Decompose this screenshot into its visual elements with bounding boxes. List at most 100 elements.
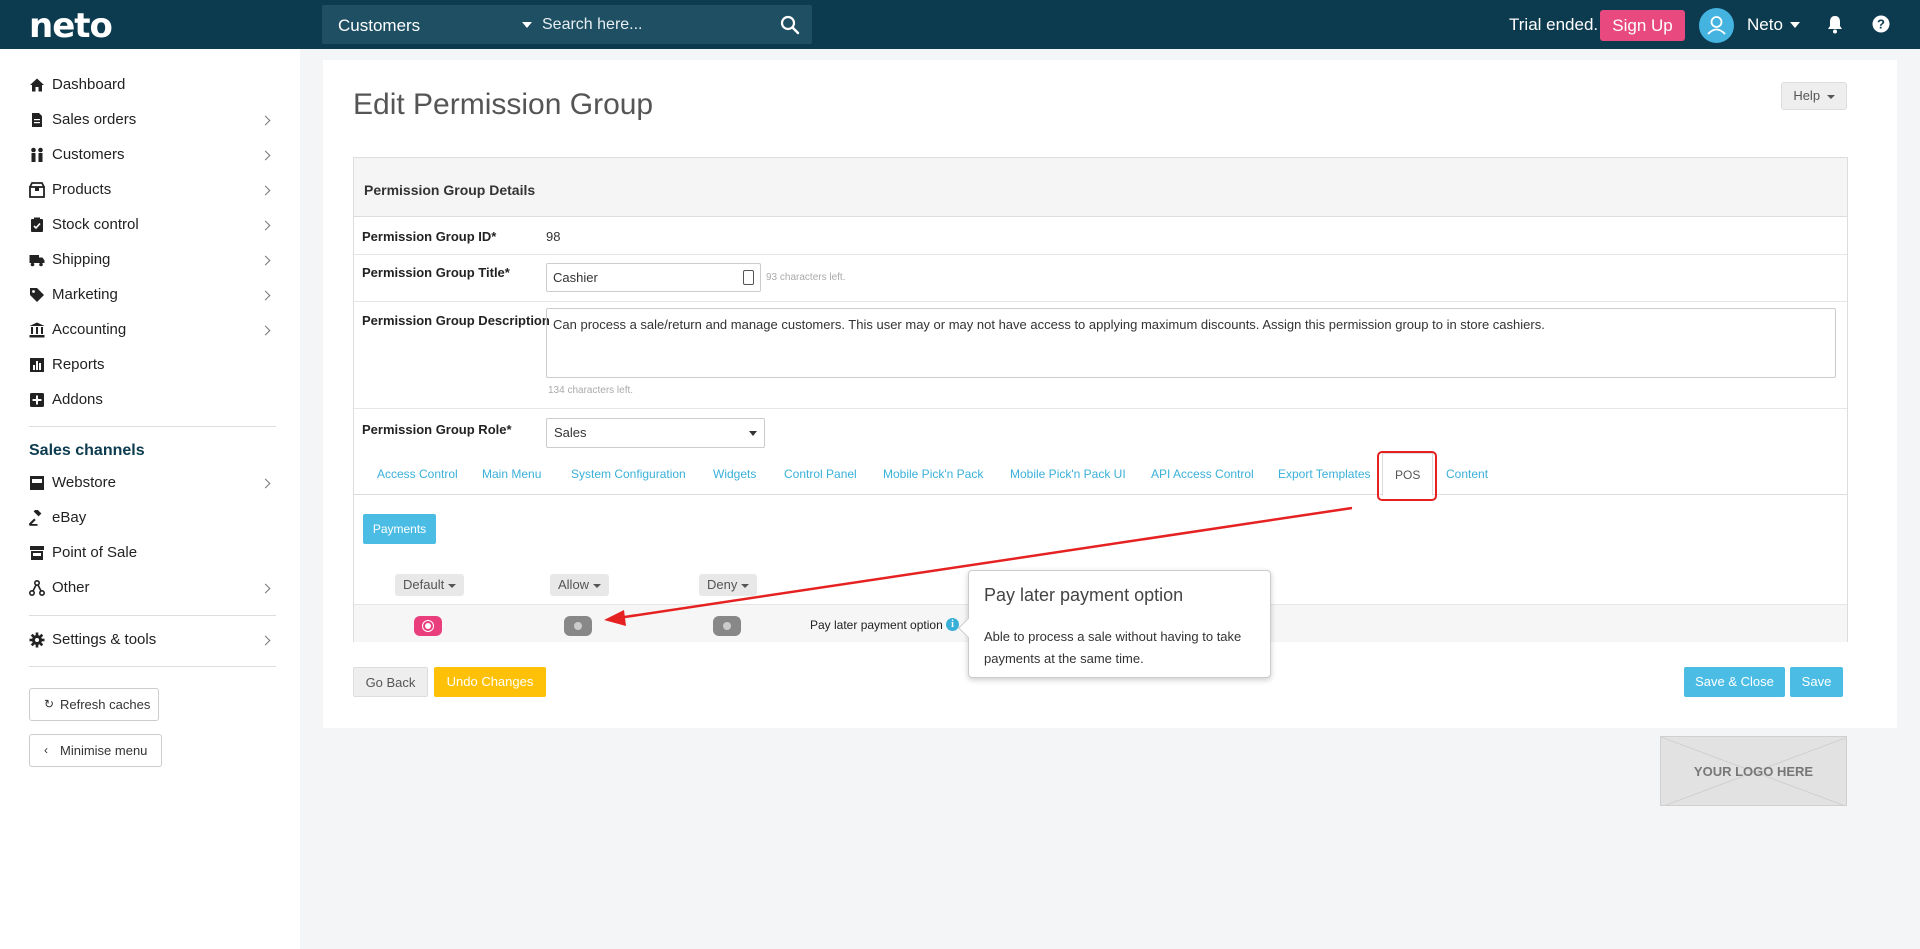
save-close-button[interactable]: Save & Close (1684, 667, 1785, 697)
sidebar-item-accounting[interactable]: Accounting (29, 315, 279, 345)
sidebar-item-customers[interactable]: Customers (29, 140, 279, 170)
search-box: Customers (322, 5, 812, 44)
svg-text:?: ? (1877, 17, 1885, 32)
popover-body: Able to process a sale without having to… (984, 629, 1242, 666)
user-menu[interactable]: Neto (1747, 15, 1783, 35)
deny-column-dropdown[interactable]: Deny (699, 574, 758, 596)
tab-export-templates[interactable]: Export Templates (1278, 467, 1371, 481)
tab-access-control[interactable]: Access Control (377, 467, 458, 481)
sidebar-item-label: eBay (52, 509, 87, 526)
default-column-label: Default (403, 577, 445, 592)
info-popover: Pay later payment option Able to process… (958, 570, 1271, 678)
text-counter-icon (743, 270, 754, 285)
sidebar-item-label: Marketing (52, 286, 118, 303)
sidebar-item-label: Point of Sale (52, 544, 138, 561)
logo-placeholder-text: YOUR LOGO HERE (1693, 764, 1814, 779)
tab-system-configuration[interactable]: System Configuration (571, 467, 686, 481)
default-column-dropdown[interactable]: Default (395, 574, 465, 596)
sidebar-item-shipping[interactable]: Shipping (29, 245, 279, 275)
permission-tabs: Access Control Main Menu System Configur… (354, 453, 1847, 496)
title-char-hint: 93 characters left. (766, 272, 846, 283)
undo-changes-button[interactable]: Undo Changes (434, 667, 546, 697)
save-button[interactable]: Save (1790, 667, 1843, 697)
chevron-right-icon (260, 255, 271, 266)
tab-api-access-control[interactable]: API Access Control (1151, 467, 1254, 481)
gavel-icon (29, 510, 42, 526)
group-role-value: Sales (554, 425, 587, 440)
store-icon (30, 476, 44, 490)
sidebar-item-label: Other (52, 579, 90, 596)
neto-logo[interactable]: neto (29, 6, 113, 46)
bell-icon[interactable] (1826, 15, 1844, 34)
chevron-right-icon (260, 478, 271, 489)
chevron-right-icon (260, 185, 271, 196)
chevron-right-icon (260, 150, 271, 161)
tab-widgets[interactable]: Widgets (713, 467, 756, 481)
plus-square-icon (30, 393, 44, 407)
avatar[interactable] (1699, 8, 1734, 43)
sidebar-item-label: Products (52, 181, 112, 198)
go-back-button[interactable]: Go Back (353, 667, 428, 697)
sidebar-item-webstore[interactable]: Webstore (29, 468, 279, 498)
permission-label: Pay later payment option (810, 618, 943, 632)
allow-column-dropdown[interactable]: Allow (550, 574, 610, 596)
sidebar-item-dashboard[interactable]: Dashboard (29, 70, 279, 100)
sidebar-item-marketing[interactable]: Marketing (29, 280, 279, 310)
row-divider (354, 254, 1847, 255)
deny-radio[interactable] (713, 616, 741, 636)
minimise-menu-label: Minimise menu (60, 743, 148, 758)
trial-status: Trial ended. (1509, 15, 1599, 34)
sidebar-item-settings[interactable]: Settings & tools (29, 625, 279, 655)
sidebar-item-products[interactable]: Products (29, 175, 279, 205)
group-title-label: Permission Group Title* (362, 265, 510, 280)
pos-tab-highlight (1377, 451, 1437, 501)
info-icon[interactable]: i (946, 618, 959, 631)
panel-title: Permission Group Details (364, 182, 536, 198)
tab-mobile-pick-n-pack-ui[interactable]: Mobile Pick'n Pack UI (1010, 467, 1126, 481)
group-description-textarea[interactable]: Can process a sale/return and manage cus… (546, 308, 1836, 378)
payments-subtab-button[interactable]: Payments (363, 514, 436, 544)
default-radio[interactable] (414, 616, 442, 636)
refresh-caches-button[interactable]: ↻ Refresh caches (29, 688, 159, 721)
search-icon[interactable] (780, 15, 800, 35)
sign-up-button[interactable]: Sign Up (1600, 10, 1685, 41)
refresh-caches-label: Refresh caches (60, 697, 151, 712)
help-circle-icon[interactable]: ? (1872, 15, 1890, 33)
refresh-icon: ↻ (44, 697, 55, 711)
sidebar-item-label: Webstore (52, 474, 116, 491)
chart-icon (30, 358, 44, 372)
tag-icon (30, 288, 44, 302)
allow-radio[interactable] (564, 616, 592, 636)
group-title-input[interactable]: Cashier (546, 263, 761, 292)
minimise-menu-button[interactable]: ‹ Minimise menu (29, 734, 162, 767)
chevron-right-icon (260, 290, 271, 301)
page-title: Edit Permission Group (353, 88, 654, 121)
sidebar-item-stock-control[interactable]: Stock control (29, 210, 279, 240)
sidebar-item-reports[interactable]: Reports (29, 350, 279, 380)
sidebar-item-sales-orders[interactable]: Sales orders (29, 105, 279, 135)
tab-main-menu[interactable]: Main Menu (482, 467, 541, 481)
sidebar-item-ebay[interactable]: eBay (29, 503, 279, 533)
sidebar-item-label: Addons (52, 391, 103, 408)
sidebar-item-point-of-sale[interactable]: Point of Sale (29, 538, 279, 568)
chevron-down-icon (1790, 22, 1800, 28)
group-id-value: 98 (546, 229, 561, 244)
tab-content[interactable]: Content (1446, 467, 1488, 481)
search-input[interactable] (542, 5, 762, 44)
document-icon (32, 113, 42, 127)
tab-control-panel[interactable]: Control Panel (784, 467, 857, 481)
help-button[interactable]: Help (1781, 82, 1847, 110)
sidebar-item-label: Dashboard (52, 76, 126, 93)
chevron-down-icon (522, 22, 532, 28)
sidebar-item-other[interactable]: Other (29, 573, 279, 603)
chevron-right-icon (260, 583, 271, 594)
row-divider (354, 301, 1847, 302)
group-role-select[interactable]: Sales (546, 418, 765, 448)
chevron-down-icon (1826, 94, 1835, 99)
network-icon (29, 580, 45, 596)
sidebar-item-label: Shipping (52, 251, 111, 268)
search-category-select[interactable]: Customers (338, 5, 532, 44)
tab-mobile-pick-n-pack[interactable]: Mobile Pick'n Pack (883, 467, 983, 481)
chevron-down-icon (593, 583, 602, 588)
sidebar-item-addons[interactable]: Addons (29, 385, 279, 415)
